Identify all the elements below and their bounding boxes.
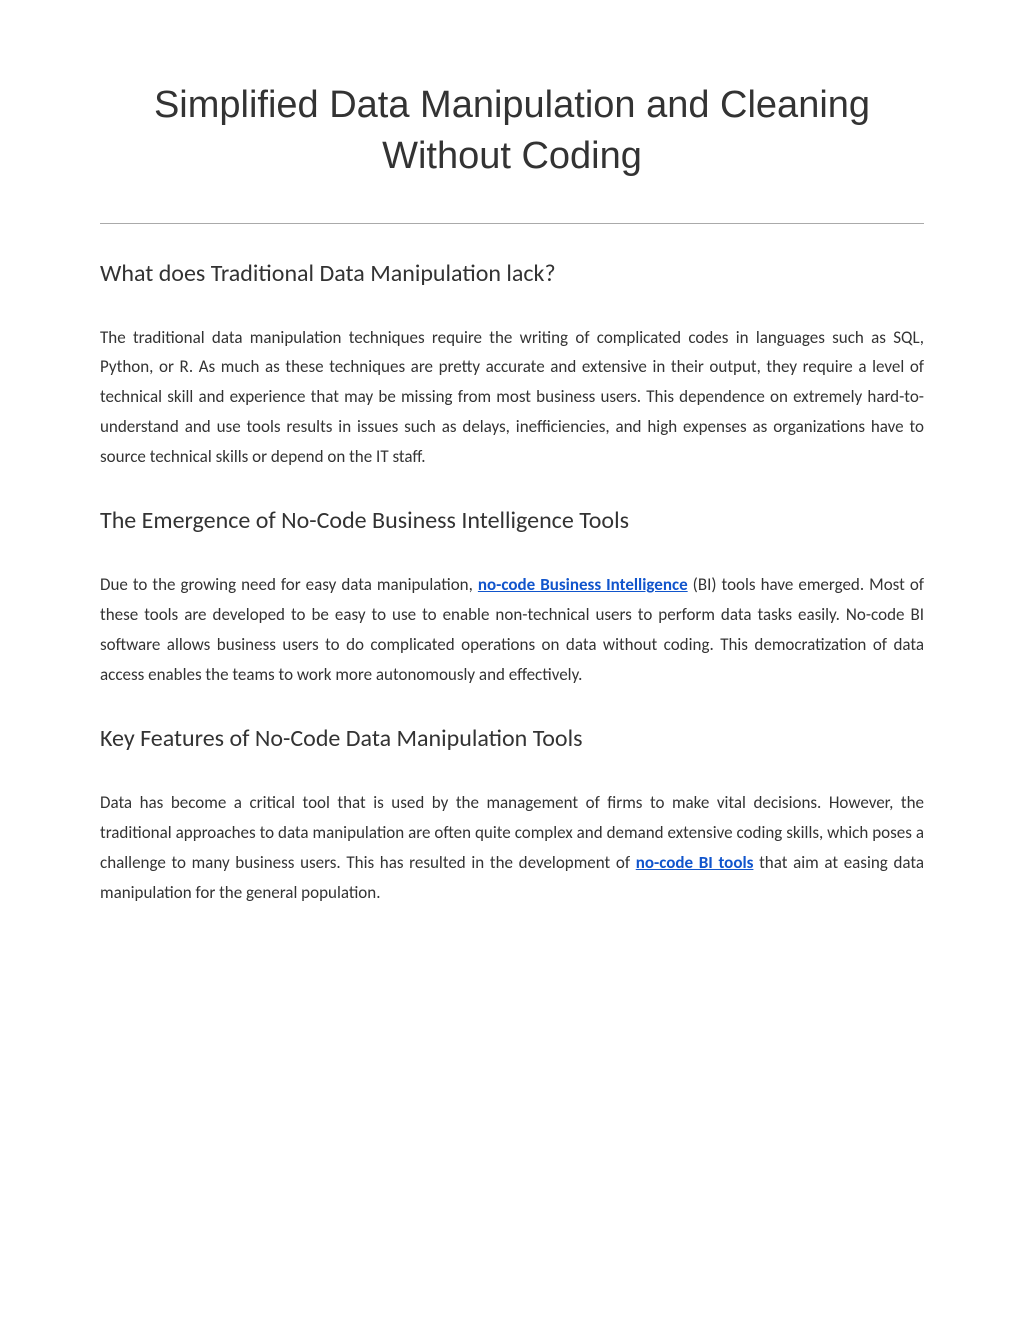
link-no-code-bi[interactable]: no-code Business Intelligence [478, 574, 688, 595]
section-body-3: Data has become a critical tool that is … [100, 788, 924, 907]
section-heading-1: What does Traditional Data Manipulation … [100, 259, 924, 288]
section-heading-2: The Emergence of No-Code Business Intell… [100, 506, 924, 535]
text-fragment: Due to the growing need for easy data ma… [100, 574, 478, 595]
section-heading-3: Key Features of No-Code Data Manipulatio… [100, 724, 924, 753]
document-title: Simplified Data Manipulation and Cleanin… [100, 80, 924, 183]
section-body-1: The traditional data manipulation techni… [100, 323, 924, 472]
title-divider [100, 223, 924, 224]
link-no-code-bi-tools[interactable]: no-code BI tools [636, 852, 754, 873]
section-body-2: Due to the growing need for easy data ma… [100, 570, 924, 689]
